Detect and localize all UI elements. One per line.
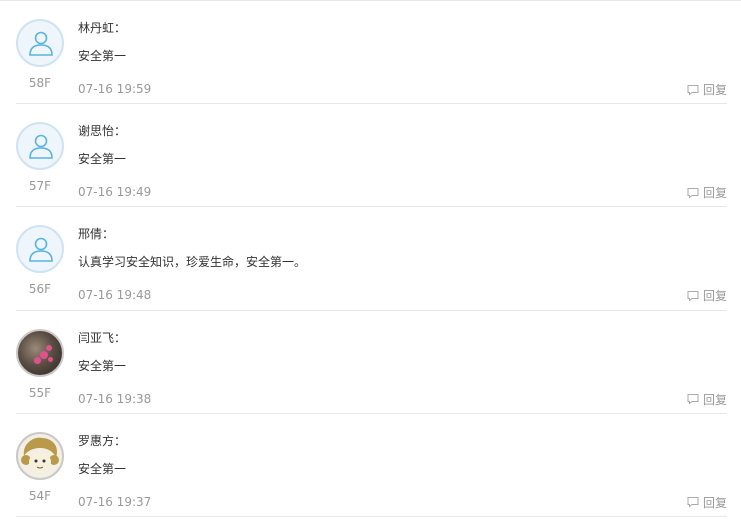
comment-text: 安全第一 (78, 358, 127, 373)
comment-item: 56F 邢倩： 认真学习安全知识，珍爱生命，安全第一。 07-16 19:48 … (16, 207, 727, 311)
comment-icon (687, 497, 699, 508)
comment-item: 58F 林丹虹： 安全第一 07-16 19:59 回复 (16, 1, 727, 105)
comment-icon (687, 187, 699, 199)
comment-list: 58F 林丹虹： 安全第一 07-16 19:59 回复 57F 谢思怡： 安全… (0, 0, 741, 522)
floor-number: 55F (28, 385, 52, 400)
comment-time: 07-16 19:38 (78, 391, 152, 406)
reply-label: 回复 (702, 83, 727, 97)
comment-author[interactable]: 罗惠方： (78, 432, 126, 449)
user-avatar[interactable] (16, 122, 64, 171)
comment-time: 07-16 19:59 (78, 82, 152, 96)
comment-author[interactable]: 邢倩： (78, 225, 114, 242)
comment-icon (687, 394, 699, 405)
avatar-photo-detail (48, 356, 53, 362)
comment-author[interactable]: 林丹虹： (78, 19, 126, 36)
reply-button[interactable]: 回复 (687, 494, 727, 511)
reply-button[interactable]: 回复 (687, 184, 727, 201)
comment-author[interactable]: 闫亚飞： (78, 329, 126, 346)
comment-text: 认真学习安全知识，珍爱生命，安全第一。 (78, 255, 307, 270)
user-icon (29, 31, 53, 56)
user-icon (29, 134, 53, 159)
user-avatar[interactable] (16, 19, 64, 67)
comment-text: 安全第一 (78, 152, 127, 167)
avatar-photo-detail (40, 350, 48, 359)
floor-number: 57F (28, 179, 52, 194)
floor-number: 56F (28, 282, 52, 297)
reply-label: 回复 (702, 186, 727, 201)
floor-number: 58F (28, 76, 52, 90)
reply-button[interactable]: 回复 (687, 81, 727, 98)
reply-label: 回复 (702, 495, 727, 510)
comment-icon (687, 290, 699, 302)
reply-label: 回复 (702, 392, 727, 407)
avatar-photo-detail (34, 356, 41, 364)
comment-item: 55F 闫亚飞： 安全第一 07-16 19:38 回复 (16, 311, 727, 414)
comment-item: 57F 谢思怡： 安全第一 07-16 19:49 回复 (16, 104, 727, 208)
user-avatar[interactable] (16, 328, 64, 377)
comment-author[interactable]: 谢思怡： (78, 122, 126, 139)
comment-text: 安全第一 (78, 461, 127, 476)
reply-label: 回复 (702, 289, 727, 304)
cartoon-face-icon (21, 437, 59, 472)
user-icon (29, 238, 53, 263)
comment-text: 安全第一 (78, 49, 127, 63)
avatar-photo-detail (46, 344, 52, 351)
user-avatar[interactable] (16, 431, 64, 480)
floor-number: 54F (28, 488, 52, 503)
comment-time: 07-16 19:49 (78, 185, 152, 200)
reply-button[interactable]: 回复 (687, 287, 727, 304)
comment-icon (687, 84, 699, 96)
user-avatar[interactable] (16, 225, 64, 274)
comment-item: 54F 罗惠方： 安全第一 07-16 19:37 回复 (16, 414, 727, 517)
reply-button[interactable]: 回复 (687, 391, 727, 408)
comment-time: 07-16 19:37 (78, 494, 152, 509)
comment-time: 07-16 19:48 (78, 288, 152, 303)
